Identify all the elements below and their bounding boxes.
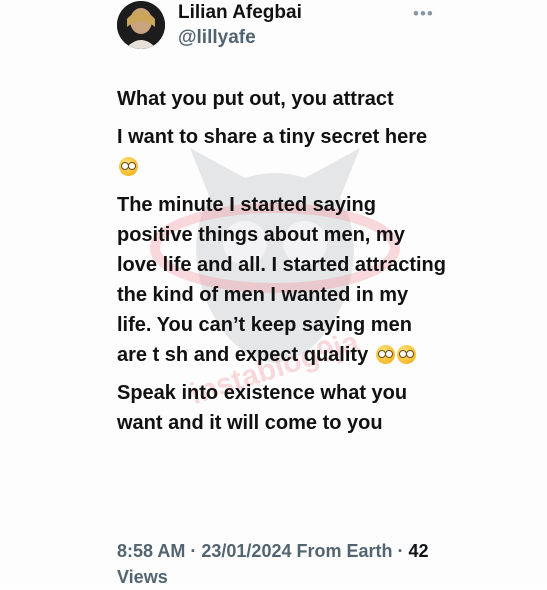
- tweet-meta: 8:58 AM · 23/01/2024 From Earth · 42 Vie…: [117, 538, 447, 590]
- meta-separator: ·: [397, 541, 404, 561]
- tweet-paragraph-3-text: The minute I started saying positive thi…: [117, 194, 446, 366]
- tweet-card: instablog9ja Lilian Afegbai @lillyafe ••…: [0, 0, 547, 587]
- more-dots-icon[interactable]: •••: [413, 4, 434, 24]
- tweet-paragraph-2: I want to share a tiny secret here: [117, 122, 447, 182]
- tweet-date[interactable]: 23/01/2024: [201, 541, 291, 561]
- rolling-eyes-emoji-icon: [375, 345, 395, 364]
- tweet-source: From Earth: [296, 541, 393, 561]
- tweet-paragraph-2-text: I want to share a tiny secret here: [117, 126, 428, 148]
- author-name[interactable]: Lilian Afegbai: [178, 2, 302, 24]
- meta-separator: ·: [190, 541, 197, 561]
- avatar-photo-icon: [117, 1, 165, 49]
- tweet-paragraph-3: The minute I started saying positive thi…: [117, 190, 447, 370]
- rolling-eyes-emoji-icon: [396, 345, 416, 364]
- tweet-body: What you put out, you attract I want to …: [117, 84, 447, 446]
- tweet-time[interactable]: 8:58 AM: [117, 541, 185, 561]
- author-handle[interactable]: @lillyafe: [178, 27, 256, 49]
- tweet-paragraph-1: What you put out, you attract: [117, 88, 394, 110]
- rolling-eyes-emoji-icon: [119, 157, 138, 176]
- views-label[interactable]: Views: [117, 567, 168, 587]
- avatar[interactable]: [117, 1, 165, 49]
- views-count[interactable]: 42: [409, 541, 429, 561]
- tweet-paragraph-4: Speak into existence what you want and i…: [117, 382, 408, 434]
